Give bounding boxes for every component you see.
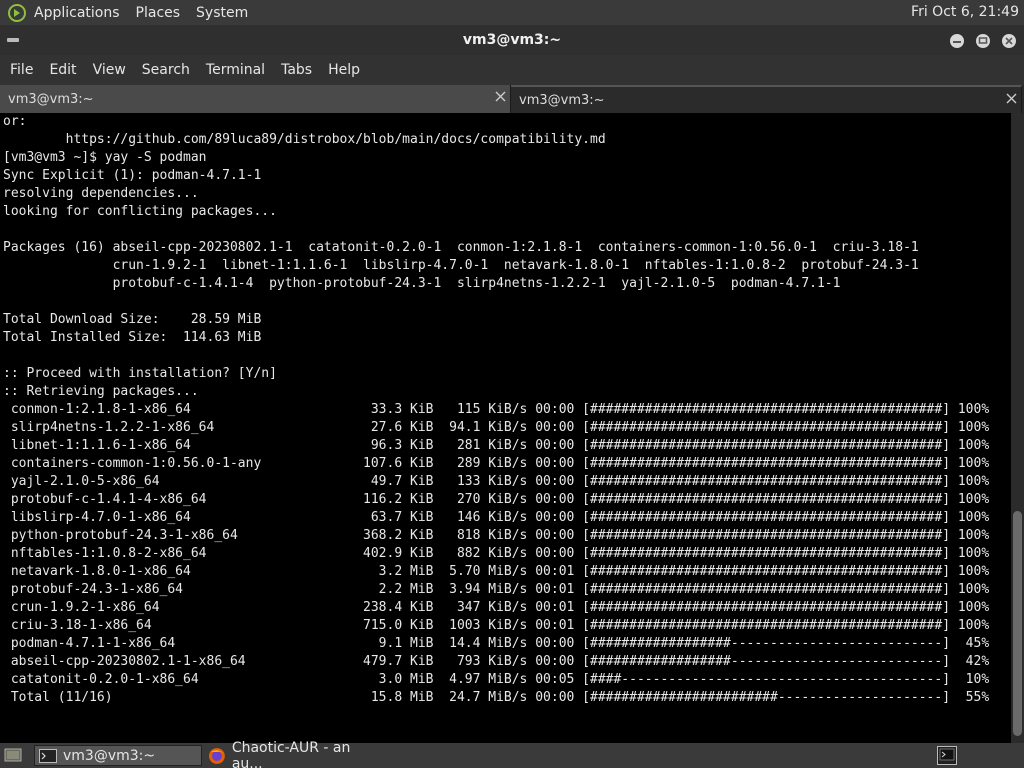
terminal-line: containers-common-1:0.56.0-1-any 107.6 K…	[3, 456, 990, 471]
menu-places[interactable]: Places	[128, 5, 189, 21]
window-menu-icon[interactable]	[6, 33, 20, 47]
terminal-line: protobuf-c-1.4.1-4 python-protobuf-24.3-…	[3, 276, 841, 291]
terminal-line: libslirp-4.7.0-1-x86_64 63.7 KiB 146 KiB…	[3, 510, 990, 525]
terminal-line: Total Installed Size: 114.63 MiB	[3, 330, 262, 345]
terminal-line: resolving dependencies...	[3, 186, 199, 201]
bottom-taskbar: vm3@vm3:~ Chaotic-AUR - an au...	[0, 740, 1024, 768]
terminal-line: yajl-2.1.0-5-x86_64 49.7 KiB 133 KiB/s 0…	[3, 474, 990, 489]
menu-file[interactable]: File	[2, 62, 41, 78]
terminal-line: netavark-1.8.0-1-x86_64 3.2 MiB 5.70 MiB…	[3, 564, 990, 579]
terminal-line: https://github.com/89luca89/distrobox/bl…	[3, 132, 606, 147]
tab-bar: vm3@vm3:~ vm3@vm3:~	[0, 85, 1024, 113]
menu-edit[interactable]: Edit	[41, 62, 84, 78]
minimize-icon[interactable]	[948, 32, 966, 50]
terminal-icon[interactable]	[937, 746, 957, 765]
menu-view[interactable]: View	[85, 62, 134, 78]
terminal-line: crun-1.9.2-1 libnet-1:1.1.6-1 libslirp-4…	[3, 258, 919, 273]
terminal-line: libnet-1:1.1.6-1-x86_64 96.3 KiB 281 KiB…	[3, 438, 990, 453]
menu-help[interactable]: Help	[320, 62, 368, 78]
terminal-line: [vm3@vm3 ~]$ yay -S podman	[3, 150, 207, 165]
top-panel: Applications Places System Fri Oct 6, 21…	[0, 0, 1024, 25]
tab-label: vm3@vm3:~	[8, 91, 94, 107]
tab-label: vm3@vm3:~	[519, 92, 605, 108]
menu-search[interactable]: Search	[134, 62, 198, 78]
menu-terminal[interactable]: Terminal	[198, 62, 273, 78]
terminal-line: Sync Explicit (1): podman-4.7.1-1	[3, 168, 262, 183]
terminal-line: Packages (16) abseil-cpp-20230802.1-1 ca…	[3, 240, 919, 255]
tab-close-icon[interactable]	[495, 91, 506, 102]
terminal-line: or:	[3, 114, 27, 129]
terminal-line: podman-4.7.1-1-x86_64 9.1 MiB 14.4 MiB/s…	[3, 636, 990, 651]
maximize-icon[interactable]	[974, 32, 992, 50]
terminal-icon	[39, 748, 57, 763]
taskbar-item-firefox[interactable]: Chaotic-AUR - an au...	[204, 740, 384, 768]
terminal-line: python-protobuf-24.3-1-x86_64 368.2 KiB …	[3, 528, 990, 543]
terminal-line: crun-1.9.2-1-x86_64 238.4 KiB 347 KiB/s …	[3, 600, 990, 615]
clock[interactable]: Fri Oct 6, 21:49	[911, 4, 1019, 20]
scrollbar-thumb[interactable]	[1013, 511, 1022, 736]
window-title: vm3@vm3:~	[462, 32, 562, 48]
distro-logo-icon[interactable]	[8, 3, 26, 22]
menubar: File Edit View Search Terminal Tabs Help	[0, 55, 1024, 85]
terminal-line: conmon-1:2.1.8-1-x86_64 33.3 KiB 115 KiB…	[3, 402, 990, 417]
terminal-line: catatonit-0.2.0-1-x86_64 3.0 MiB 4.97 Mi…	[3, 672, 990, 687]
firefox-icon	[208, 747, 225, 764]
terminal-line: slirp4netns-1.2.2-1-x86_64 27.6 KiB 94.1…	[3, 420, 990, 435]
terminal-output[interactable]: or: https://github.com/89luca89/distrobo…	[0, 113, 1011, 743]
terminal-line: :: Proceed with installation? [Y/n]	[3, 366, 277, 381]
tab-1[interactable]: vm3@vm3:~	[0, 85, 511, 113]
terminal-line: looking for conflicting packages...	[3, 204, 277, 219]
show-desktop-icon[interactable]	[4, 747, 22, 763]
terminal-line: nftables-1:1.0.8-2-x86_64 402.9 KiB 882 …	[3, 546, 990, 561]
taskbar-item-label: Chaotic-AUR - an au...	[231, 739, 351, 768]
menu-applications[interactable]: Applications	[26, 5, 128, 21]
menu-system[interactable]: System	[188, 5, 256, 21]
terminal-line: abseil-cpp-20230802.1-1-x86_64 479.7 KiB…	[3, 654, 990, 669]
terminal-line: Total (11/16) 15.8 MiB 24.7 MiB/s 00:00 …	[3, 690, 990, 705]
terminal-line: Total Download Size: 28.59 MiB	[3, 312, 262, 327]
taskbar-item-label: vm3@vm3:~	[63, 747, 156, 764]
close-icon[interactable]	[1000, 32, 1018, 50]
taskbar-item-terminal[interactable]: vm3@vm3:~	[34, 745, 202, 766]
menu-tabs[interactable]: Tabs	[273, 62, 320, 78]
terminal-line: :: Retrieving packages...	[3, 384, 199, 399]
tab-2[interactable]: vm3@vm3:~	[511, 85, 1022, 113]
terminal-line: protobuf-c-1.4.1-4-x86_64 116.2 KiB 270 …	[3, 492, 990, 507]
window-titlebar[interactable]: vm3@vm3:~	[0, 25, 1024, 55]
terminal-line: criu-3.18-1-x86_64 715.0 KiB 1003 KiB/s …	[3, 618, 990, 633]
terminal-line: protobuf-24.3-1-x86_64 2.2 MiB 3.94 MiB/…	[3, 582, 990, 597]
terminal-scrollbar[interactable]	[1011, 113, 1024, 743]
top-panel-menus: Applications Places System	[26, 0, 256, 25]
tab-close-icon[interactable]	[1006, 93, 1017, 104]
